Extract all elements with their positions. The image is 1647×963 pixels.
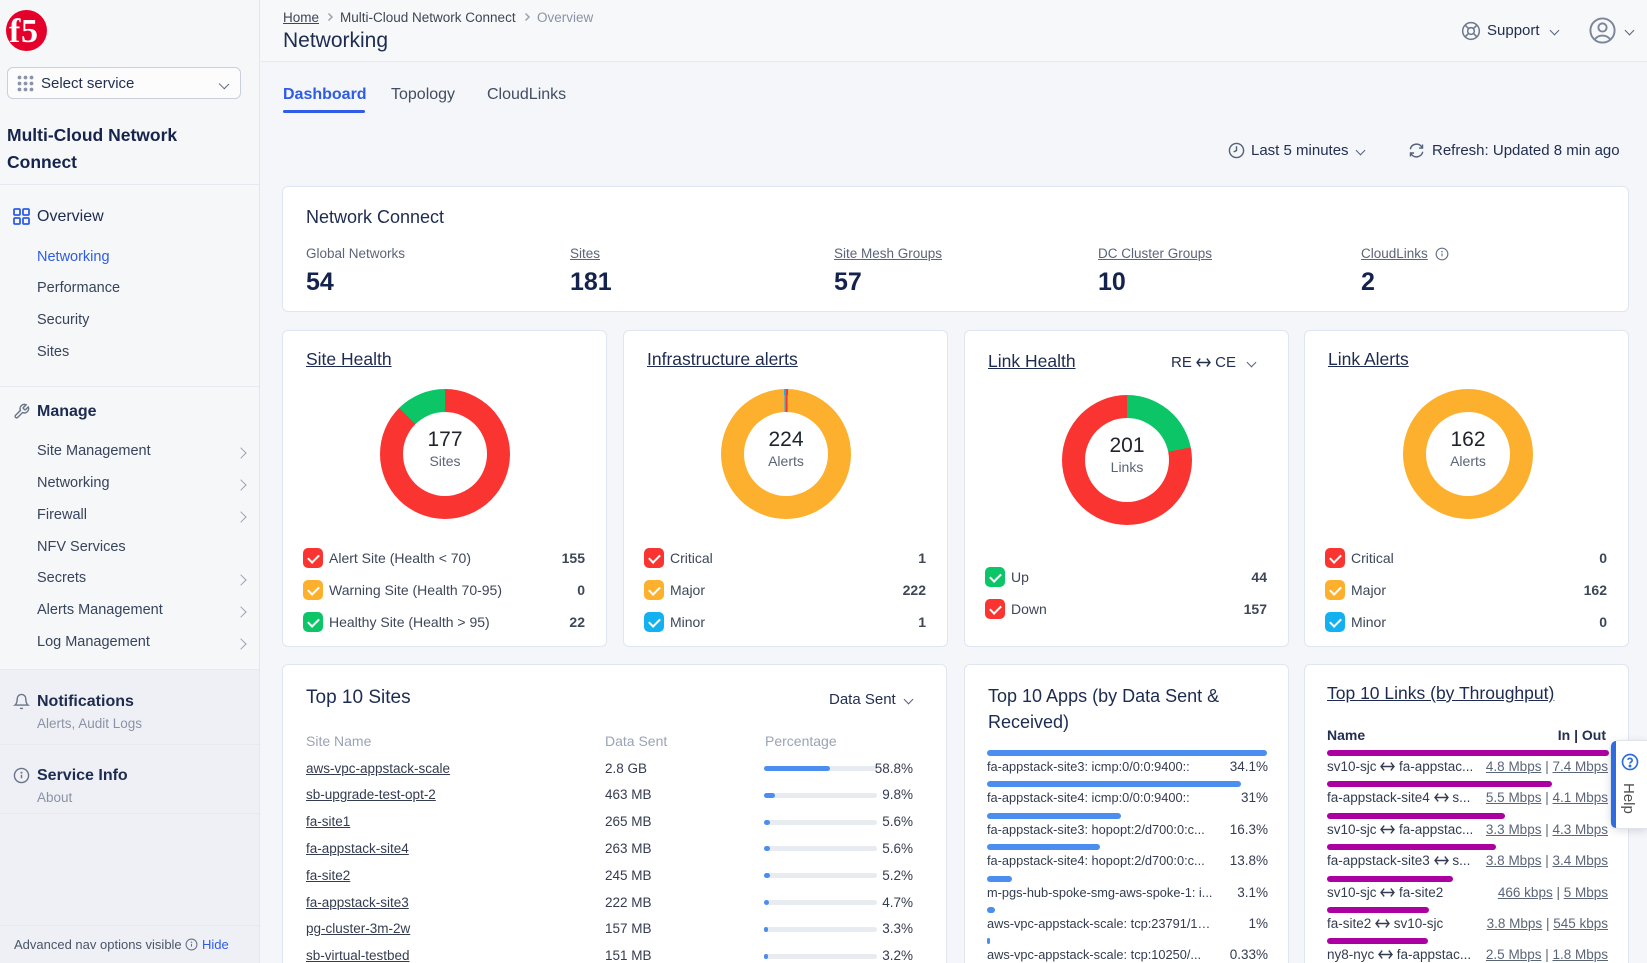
svg-text:5: 5 [21,13,38,50]
svg-text:f: f [9,13,21,50]
